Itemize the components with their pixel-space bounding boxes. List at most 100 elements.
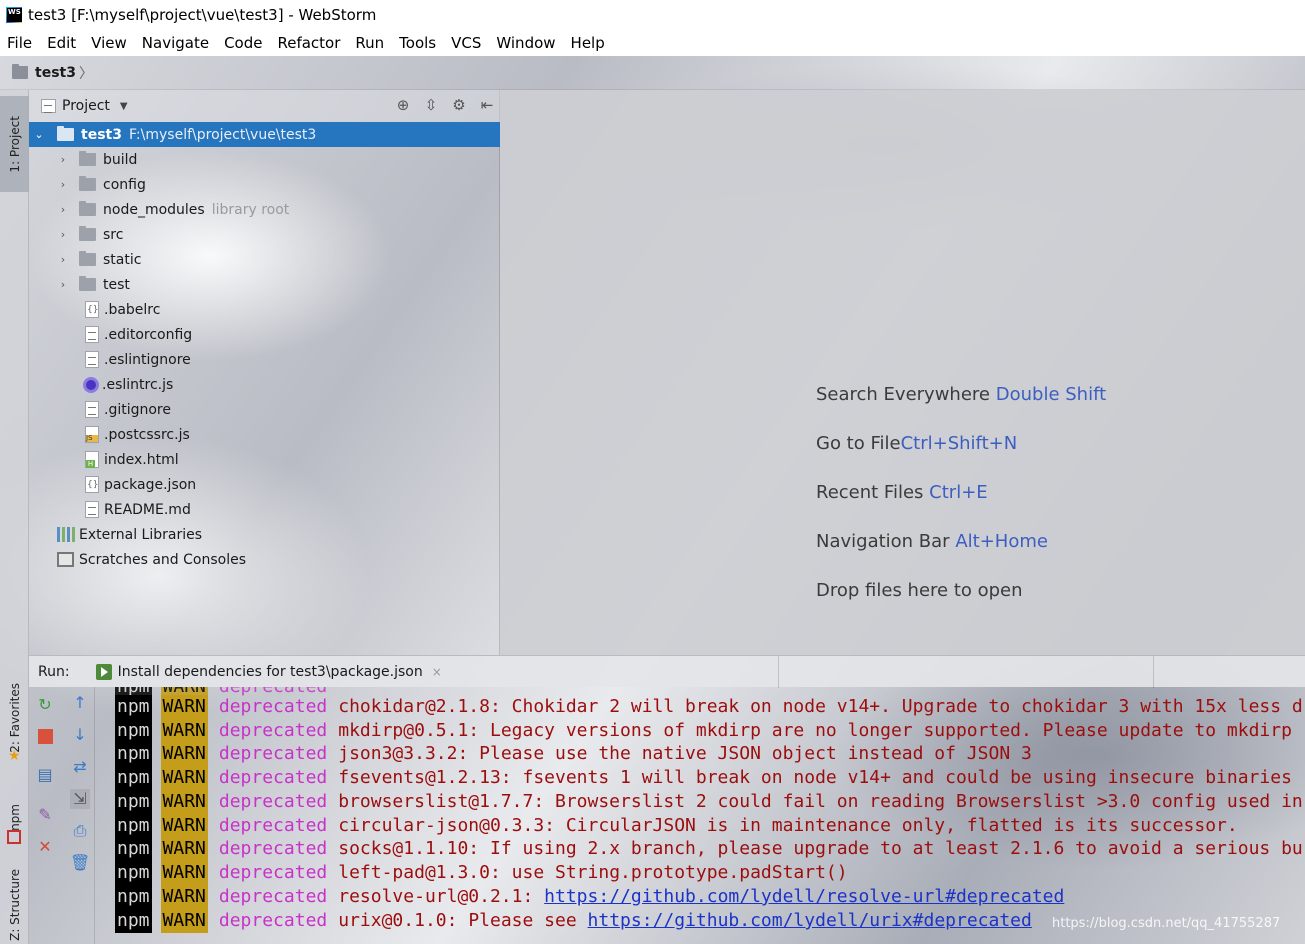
chevron-right-icon[interactable]: › — [57, 153, 69, 166]
tree-item-static[interactable]: › static — [29, 247, 500, 272]
arrow-up-icon[interactable]: ↑ — [70, 693, 90, 713]
gear-icon[interactable]: ⚙ — [450, 96, 468, 114]
tree-item-postcssrc[interactable]: .postcssrc.js — [29, 422, 500, 447]
project-view-icon — [41, 99, 56, 113]
tree-item-editorconfig[interactable]: .editorconfig — [29, 322, 500, 347]
folder-icon — [79, 276, 96, 291]
shortcut-key: Ctrl+E — [929, 482, 988, 503]
tree-root-name: test3 — [81, 126, 122, 143]
chevron-down-icon[interactable]: ⌄ — [33, 128, 45, 141]
library-root-hint: library root — [211, 201, 290, 218]
project-panel-header: Project ▼ ⊕ ⇳ ⚙ ⇤ — [29, 90, 500, 122]
menu-refactor[interactable]: Refactor — [277, 34, 340, 52]
html-file-icon — [85, 451, 99, 468]
breadcrumb-project[interactable]: test3 — [35, 65, 76, 81]
tree-item-eslintignore[interactable]: .eslintignore — [29, 347, 500, 372]
tree-item-node-modules[interactable]: › node_modules library root — [29, 197, 500, 222]
json-file-icon — [85, 301, 99, 318]
run-tab-install-dependencies[interactable]: Install dependencies for test3\package.j… — [90, 656, 448, 688]
trash-icon[interactable]: 🗑 — [70, 853, 90, 873]
tree-item-package-json[interactable]: package.json — [29, 472, 500, 497]
library-icon — [57, 527, 75, 542]
tree-item-babelrc[interactable]: .babelrc — [29, 297, 500, 322]
hide-panel-icon[interactable]: ⇤ — [478, 96, 496, 114]
layout-icon[interactable]: ▤ — [35, 765, 55, 785]
menu-code[interactable]: Code — [224, 34, 262, 52]
left-tool-strip: 1: Project 2: Favorites npm Z: Structure… — [0, 90, 29, 944]
chevron-right-icon[interactable]: › — [57, 178, 69, 191]
scroll-to-end-icon[interactable]: ⇲ — [70, 789, 90, 809]
editor-tips: Search Everywhere Double Shift Go to Fil… — [816, 384, 1106, 629]
menu-view[interactable]: View — [91, 34, 127, 52]
console-line: npm WARN deprecated socks@1.1.10: If using … — [115, 837, 1303, 861]
tree-item-config[interactable]: › config — [29, 172, 500, 197]
tree-item-index-html[interactable]: index.html — [29, 447, 500, 472]
tree-item-external-libraries[interactable]: External Libraries — [29, 522, 500, 547]
tool-tab-favorites[interactable]: 2: Favorites — [0, 680, 29, 756]
chevron-right-icon[interactable]: › — [57, 228, 69, 241]
tree-item-eslintrc[interactable]: .eslintrc.js — [29, 372, 500, 397]
rerun-icon[interactable]: ↻ — [35, 695, 55, 715]
console-line: npm WARN deprecated mkdirp@0.5.1: Legacy ve… — [115, 719, 1292, 743]
menu-vcs[interactable]: VCS — [451, 34, 481, 52]
folder-icon — [79, 251, 96, 266]
menu-window[interactable]: Window — [496, 34, 555, 52]
menu-help[interactable]: Help — [571, 34, 605, 52]
tree-item-src[interactable]: › src — [29, 222, 500, 247]
tree-item-test[interactable]: › test — [29, 272, 500, 297]
chevron-down-icon[interactable]: ▼ — [120, 101, 128, 112]
close-icon[interactable]: ✕ — [35, 837, 55, 857]
project-panel: Project ▼ ⊕ ⇳ ⚙ ⇤ ⌄ test3 F:\myself\proj… — [29, 90, 500, 655]
divider — [778, 656, 779, 688]
webstorm-logo-icon — [6, 7, 22, 23]
close-icon[interactable]: × — [432, 665, 442, 679]
folder-icon — [79, 226, 96, 241]
console-output[interactable]: npmWARNdeprecated npmWARNdeprecatedchoki… — [96, 687, 1305, 944]
menu-run[interactable]: Run — [355, 34, 384, 52]
menu-navigate[interactable]: Navigate — [142, 34, 209, 52]
run-panel-header: Run: Install dependencies for test3\pack… — [29, 655, 1305, 688]
tip-search-everywhere: Search Everywhere Double Shift — [816, 384, 1107, 405]
project-view-selector[interactable]: Project — [62, 98, 110, 114]
locate-file-icon[interactable]: ⊕ — [394, 96, 412, 114]
project-tree: ⌄ test3 F:\myself\project\vue\test3 › bu… — [29, 122, 500, 572]
text-file-icon — [85, 326, 99, 343]
soft-wrap-icon[interactable]: ⇄ — [70, 757, 90, 777]
console-line: npm WARN deprecated json3@3.3.2: Please use… — [115, 742, 1032, 766]
console-line: npm WARN deprecated browserslist@1.7.7: Bro… — [115, 790, 1303, 814]
folder-icon — [79, 176, 96, 191]
chevron-right-icon[interactable]: › — [57, 278, 69, 291]
console-line: npm WARN deprecated circular-json@0.3.3: Ci… — [115, 814, 1238, 838]
tree-item-build[interactable]: › build — [29, 147, 500, 172]
js-file-icon — [85, 426, 99, 443]
shortcut-key: Ctrl+Shift+N — [900, 433, 1018, 454]
tree-root-test3[interactable]: ⌄ test3 F:\myself\project\vue\test3 — [29, 122, 500, 147]
menu-file[interactable]: File — [7, 34, 32, 52]
menu-edit[interactable]: Edit — [47, 34, 76, 52]
menu-tools[interactable]: Tools — [399, 34, 436, 52]
console-line: npm WARN deprecated urix@0.1.0: Please see … — [115, 909, 1032, 933]
print-icon[interactable]: ⎙ — [70, 821, 90, 841]
editor-empty-area[interactable]: Search Everywhere Double Shift Go to Fil… — [500, 90, 1305, 655]
npm-run-icon — [95, 663, 112, 680]
tree-item-scratches[interactable]: Scratches and Consoles — [29, 547, 500, 572]
folder-icon — [57, 126, 74, 141]
deprecation-link[interactable]: https://github.com/lydell/resolve-url#de… — [544, 886, 1064, 907]
run-toolbar-primary: ↻ ▤ ✎ ✕ — [29, 687, 60, 944]
stop-icon[interactable] — [35, 727, 55, 747]
tree-item-gitignore[interactable]: .gitignore — [29, 397, 500, 422]
console-line: npm WARN deprecated fsevents@1.2.13: fseven… — [115, 766, 1292, 790]
text-file-icon — [85, 501, 99, 518]
chevron-right-icon[interactable]: › — [57, 203, 69, 216]
run-label: Run: — [38, 663, 70, 680]
divider — [1153, 656, 1154, 688]
npm-icon — [7, 830, 21, 844]
collapse-all-icon[interactable]: ⇳ — [422, 96, 440, 114]
tool-tab-project[interactable]: 1: Project — [0, 96, 29, 192]
pin-icon[interactable]: ✎ — [35, 805, 55, 825]
chevron-right-icon[interactable]: › — [57, 253, 69, 266]
arrow-down-icon[interactable]: ↓ — [70, 725, 90, 745]
deprecation-link[interactable]: https://github.com/lydell/urix#deprecate… — [588, 910, 1032, 931]
tree-item-readme[interactable]: README.md — [29, 497, 500, 522]
tool-tab-structure[interactable]: Z: Structure — [0, 868, 29, 942]
